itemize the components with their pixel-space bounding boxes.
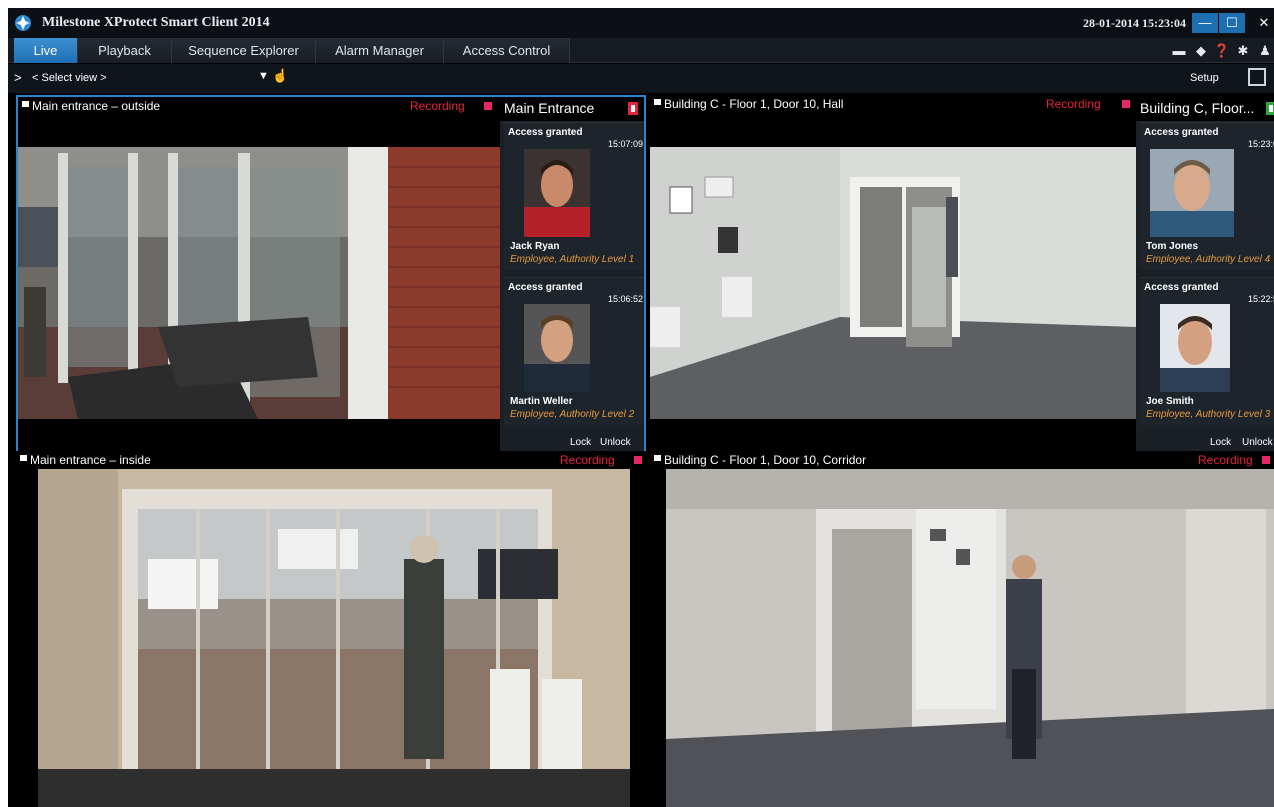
recording-label: Recording bbox=[1198, 453, 1253, 467]
access-door-title: Main Entrance bbox=[504, 100, 595, 116]
event-time: 15:07:09 bbox=[608, 139, 644, 149]
chevron-right-icon[interactable]: > bbox=[14, 70, 22, 85]
access-panel-header: Building C, Floor... bbox=[1136, 97, 1274, 121]
person-role: Employee, Authority Level 4 bbox=[1146, 254, 1271, 265]
recording-indicator-icon bbox=[634, 456, 642, 464]
minimize-button[interactable]: — bbox=[1192, 13, 1218, 33]
title-bar: Milestone XProtect Smart Client 2014 28-… bbox=[8, 8, 1274, 38]
door-unlocked-icon bbox=[1266, 102, 1274, 115]
access-event-card[interactable]: Access granted 15:23:0 Tom Jones Employe… bbox=[1140, 122, 1274, 270]
tab-sequence-explorer[interactable]: Sequence Explorer bbox=[172, 38, 316, 63]
person-name: Jack Ryan bbox=[510, 241, 560, 252]
camera-name: Building C - Floor 1, Door 10, Corridor bbox=[664, 453, 867, 467]
recording-label: Recording bbox=[1046, 97, 1101, 111]
access-panel-main-entrance: Main Entrance Access granted 15:07:09 Ja… bbox=[500, 97, 644, 455]
access-status: Access granted bbox=[1144, 127, 1219, 138]
recording-indicator-icon bbox=[1262, 456, 1270, 464]
hand-pointer-icon[interactable]: ☝ bbox=[272, 68, 288, 84]
setup-button[interactable]: Setup bbox=[1190, 72, 1219, 84]
view-selector-bar: > < Select view > ▼ ☝ Setup bbox=[8, 64, 1274, 93]
maximize-button[interactable]: ☐ bbox=[1219, 13, 1245, 33]
fullscreen-icon[interactable] bbox=[1248, 68, 1266, 86]
camera-pane-main-entrance-inside[interactable]: Main entrance – inside Recording bbox=[16, 451, 646, 807]
recording-label: Recording bbox=[410, 99, 465, 113]
lock-button[interactable]: Lock bbox=[1210, 437, 1231, 448]
camera-pane-building-c-hall[interactable]: Building C - Floor 1, Door 10, Hall Reco… bbox=[650, 95, 1136, 457]
event-time: 15:06:52 bbox=[608, 294, 644, 304]
tab-alarm-manager[interactable]: Alarm Manager bbox=[316, 38, 444, 63]
select-view-dropdown[interactable]: < Select view > bbox=[32, 72, 107, 84]
date-time: 28-01-2014 15:23:04 bbox=[1083, 16, 1186, 30]
close-button[interactable]: ✕ bbox=[1251, 13, 1274, 33]
door-locked-icon bbox=[628, 102, 638, 115]
tab-playback[interactable]: Playback bbox=[78, 38, 172, 63]
event-time: 15:23:0 bbox=[1248, 139, 1274, 149]
recording-label: Recording bbox=[560, 453, 615, 467]
pane-header: Main entrance – inside Recording bbox=[16, 451, 646, 469]
person-photo bbox=[524, 149, 590, 237]
camera-feed-image bbox=[18, 147, 500, 419]
pane-header: Building C - Floor 1, Door 10, Hall Reco… bbox=[650, 95, 1136, 113]
camera-feed-image bbox=[38, 469, 630, 807]
person-name: Martin Weller bbox=[510, 396, 573, 407]
pin-icon[interactable]: ◆ bbox=[1192, 42, 1210, 60]
main-tab-bar: Live Playback Sequence Explorer Alarm Ma… bbox=[8, 38, 1274, 63]
camera-flag-icon bbox=[654, 99, 661, 105]
camera-name: Main entrance – inside bbox=[30, 453, 151, 467]
unlock-button[interactable]: Unlock bbox=[600, 437, 631, 448]
smart-client-window: Milestone XProtect Smart Client 2014 28-… bbox=[8, 8, 1274, 807]
camera-name: Main entrance – outside bbox=[32, 99, 161, 113]
access-event-card[interactable]: Access granted 15:06:52 Martin Weller Em… bbox=[504, 277, 644, 425]
camera-pane-building-c-corridor[interactable]: Building C - Floor 1, Door 10, Corridor … bbox=[650, 451, 1274, 807]
camera-name: Building C - Floor 1, Door 10, Hall bbox=[664, 97, 844, 111]
person-photo bbox=[524, 304, 590, 392]
help-icon[interactable]: ❓ bbox=[1213, 42, 1231, 60]
event-time: 15:22:5 bbox=[1248, 294, 1274, 304]
access-status: Access granted bbox=[508, 282, 583, 293]
person-photo bbox=[1160, 304, 1230, 392]
recording-indicator-icon bbox=[1122, 100, 1130, 108]
camera-feed-image bbox=[650, 147, 1136, 419]
person-name: Joe Smith bbox=[1146, 396, 1194, 407]
person-role: Employee, Authority Level 2 bbox=[510, 409, 635, 420]
monitor-icon[interactable]: ▬ bbox=[1170, 42, 1188, 60]
access-event-card[interactable]: Access granted 15:07:09 Jack Ryan Employ… bbox=[504, 122, 644, 270]
access-status: Access granted bbox=[508, 127, 583, 138]
access-status: Access granted bbox=[1144, 282, 1219, 293]
camera-flag-icon bbox=[22, 101, 29, 107]
user-icon[interactable]: ♟ bbox=[1256, 42, 1274, 60]
milestone-logo-icon bbox=[15, 15, 31, 31]
tab-access-control[interactable]: Access Control bbox=[444, 38, 570, 63]
unlock-button[interactable]: Unlock bbox=[1242, 437, 1273, 448]
person-role: Employee, Authority Level 3 bbox=[1146, 409, 1271, 420]
recording-indicator-icon bbox=[484, 102, 492, 110]
chevron-down-icon[interactable]: ▼ bbox=[258, 70, 269, 82]
pane-header: Building C - Floor 1, Door 10, Corridor … bbox=[650, 451, 1274, 469]
lock-button[interactable]: Lock bbox=[570, 437, 591, 448]
person-name: Tom Jones bbox=[1146, 241, 1199, 252]
access-event-card[interactable]: Access granted 15:22:5 Joe Smith Employe… bbox=[1140, 277, 1274, 425]
access-panel-header: Main Entrance bbox=[500, 97, 644, 121]
person-photo bbox=[1150, 149, 1234, 237]
tab-live[interactable]: Live bbox=[14, 38, 78, 63]
camera-flag-icon bbox=[654, 455, 661, 461]
app-title: Milestone XProtect Smart Client 2014 bbox=[42, 15, 270, 30]
camera-feed-image bbox=[666, 469, 1274, 807]
person-role: Employee, Authority Level 1 bbox=[510, 254, 635, 265]
access-panel-building-c: Building C, Floor... Access granted 15:2… bbox=[1136, 97, 1274, 455]
camera-flag-icon bbox=[20, 455, 27, 461]
settings-icon[interactable]: ✱ bbox=[1234, 42, 1252, 60]
access-door-title: Building C, Floor... bbox=[1140, 100, 1255, 116]
